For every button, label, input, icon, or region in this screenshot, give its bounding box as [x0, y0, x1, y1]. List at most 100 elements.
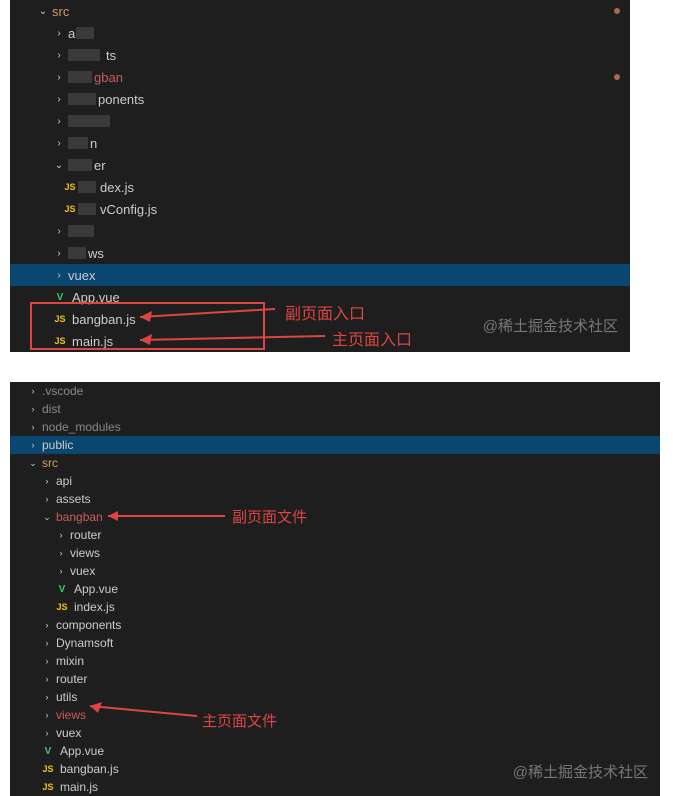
vue-file-icon: V: [40, 746, 56, 757]
file-label: App.vue: [74, 582, 118, 596]
tree-item[interactable]: › a: [10, 22, 630, 44]
tree-item[interactable]: › dist: [10, 400, 660, 418]
folder-label: api: [56, 474, 72, 488]
file-label: dex.js: [100, 180, 134, 195]
chevron-right-icon: ›: [42, 476, 52, 486]
folder-label: vuex: [56, 726, 81, 740]
folder-label: bangban: [56, 510, 103, 524]
tree-item[interactable]: › ts: [10, 44, 630, 66]
file-label: bangban.js: [72, 312, 136, 327]
folder-label: vuex: [70, 564, 95, 578]
file-label: App.vue: [60, 744, 104, 758]
folder-label: router: [56, 672, 87, 686]
folder-label: router: [70, 528, 101, 542]
blur-overlay: [68, 71, 92, 83]
folder-label: views: [56, 708, 86, 722]
tree-item[interactable]: ⌄ er: [10, 154, 630, 176]
folder-label: public: [42, 438, 73, 452]
tree-item-src[interactable]: ⌄ src: [10, 454, 660, 472]
modified-dot-icon: [614, 8, 620, 14]
folder-label: assets: [56, 492, 91, 506]
folder-label: n: [90, 136, 97, 151]
folder-label: Dynamsoft: [56, 636, 113, 650]
chevron-right-icon: ›: [54, 270, 64, 281]
blur-overlay: [78, 203, 96, 215]
blur-overlay: [68, 137, 88, 149]
tree-item[interactable]: › api: [10, 472, 660, 490]
chevron-right-icon: ›: [42, 728, 52, 738]
folder-label: gban: [94, 70, 123, 85]
tree-item[interactable]: ›: [10, 110, 630, 132]
modified-dot-icon: [614, 74, 620, 80]
tree-item-bangban[interactable]: › gban: [10, 66, 630, 88]
tree-item[interactable]: › vuex: [10, 724, 660, 742]
js-file-icon: JS: [40, 764, 56, 774]
tree-item[interactable]: › components: [10, 616, 660, 634]
tree-item[interactable]: › ponents: [10, 88, 630, 110]
tree-item-appvue[interactable]: V App.vue: [10, 286, 630, 308]
folder-label: vuex: [68, 268, 95, 283]
chevron-down-icon: ⌄: [54, 160, 64, 171]
chevron-right-icon: ›: [42, 494, 52, 504]
tree-item-public[interactable]: › public: [10, 436, 660, 454]
file-explorer-panel-1: ⌄ src › a › ts › gban › ponents › › n ⌄ …: [10, 0, 630, 352]
js-file-icon: JS: [54, 602, 70, 612]
tree-item-src[interactable]: ⌄ src: [10, 0, 630, 22]
tree-item-file[interactable]: JS vConfig.js: [10, 198, 630, 220]
blur-overlay: [68, 247, 86, 259]
tree-item[interactable]: › .vscode: [10, 382, 660, 400]
blur-overlay: [78, 181, 96, 193]
tree-item[interactable]: › vuex: [10, 562, 660, 580]
js-file-icon: JS: [40, 782, 56, 792]
tree-item-file[interactable]: JS dex.js: [10, 176, 630, 198]
file-label: main.js: [60, 780, 98, 794]
tree-item-file[interactable]: V App.vue: [10, 742, 660, 760]
tree-item[interactable]: › Dynamsoft: [10, 634, 660, 652]
tree-item-file[interactable]: V App.vue: [10, 580, 660, 598]
chevron-right-icon: ›: [28, 440, 38, 450]
chevron-right-icon: ›: [56, 548, 66, 558]
folder-label: src: [52, 4, 69, 19]
tree-item[interactable]: › ws: [10, 242, 630, 264]
blur-overlay: [68, 115, 110, 127]
tree-item[interactable]: ›: [10, 220, 630, 242]
js-file-icon: JS: [62, 204, 78, 214]
folder-label: ts: [106, 48, 116, 63]
chevron-right-icon: ›: [28, 386, 38, 396]
file-label: index.js: [74, 600, 115, 614]
tree-item-views[interactable]: › views: [10, 706, 660, 724]
chevron-right-icon: ›: [54, 248, 64, 259]
tree-item[interactable]: › views: [10, 544, 660, 562]
file-label: vConfig.js: [100, 202, 157, 217]
js-file-icon: JS: [52, 336, 68, 346]
tree-item[interactable]: › mixin: [10, 652, 660, 670]
folder-label: mixin: [56, 654, 84, 668]
chevron-down-icon: ⌄: [28, 458, 38, 469]
vue-file-icon: V: [52, 292, 68, 303]
blur-overlay: [68, 93, 96, 105]
folder-label: views: [70, 546, 100, 560]
chevron-right-icon: ›: [28, 404, 38, 414]
blur-overlay: [68, 225, 94, 237]
tree-item-file[interactable]: JS index.js: [10, 598, 660, 616]
tree-item-vuex[interactable]: › vuex: [10, 264, 630, 286]
tree-item[interactable]: › utils: [10, 688, 660, 706]
file-label: bangban.js: [60, 762, 119, 776]
folder-label: utils: [56, 690, 77, 704]
tree-item[interactable]: › router: [10, 670, 660, 688]
chevron-right-icon: ›: [42, 638, 52, 648]
chevron-right-icon: ›: [54, 28, 64, 39]
tree-item-bangban[interactable]: ⌄ bangban: [10, 508, 660, 526]
tree-item[interactable]: › assets: [10, 490, 660, 508]
chevron-right-icon: ›: [54, 226, 64, 237]
chevron-right-icon: ›: [54, 116, 64, 127]
folder-label: dist: [42, 402, 61, 416]
folder-label: ws: [88, 246, 104, 261]
blur-overlay: [68, 159, 92, 171]
folder-label: src: [42, 456, 58, 470]
tree-item[interactable]: › n: [10, 132, 630, 154]
tree-item[interactable]: › router: [10, 526, 660, 544]
js-file-icon: JS: [62, 182, 78, 192]
file-label: App.vue: [72, 290, 120, 305]
tree-item[interactable]: › node_modules: [10, 418, 660, 436]
